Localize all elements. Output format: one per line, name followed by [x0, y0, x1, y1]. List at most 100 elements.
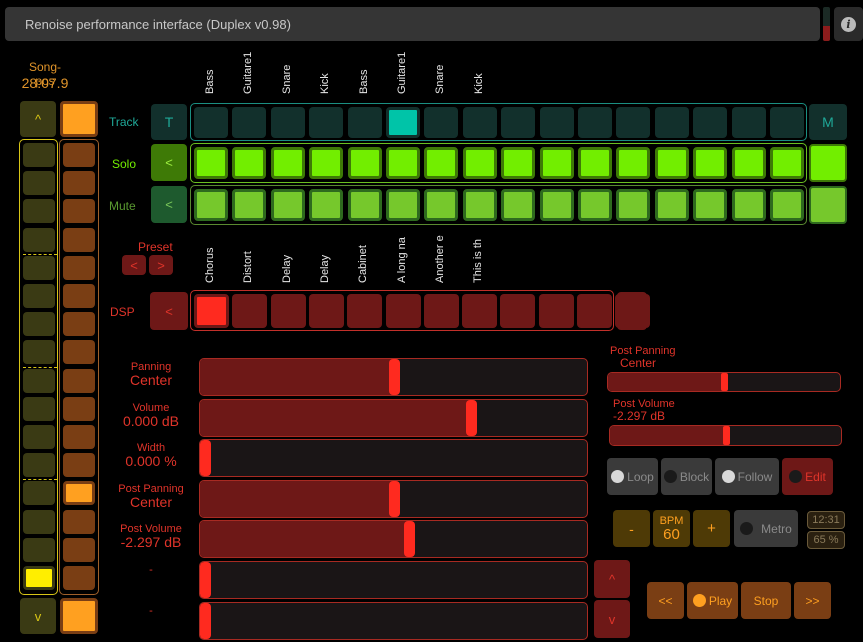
mute-cell[interactable] — [693, 189, 728, 221]
solo-cell[interactable] — [194, 147, 228, 179]
mute-cell[interactable] — [501, 189, 536, 221]
track-cell[interactable] — [731, 107, 766, 138]
solo-cell[interactable] — [424, 147, 459, 179]
scroll-up-button[interactable]: ^ — [20, 101, 56, 137]
orange-column-cell[interactable] — [63, 199, 95, 224]
slider-handle[interactable] — [403, 521, 415, 558]
solo-cell[interactable] — [462, 147, 497, 179]
dsp-device-cell[interactable] — [423, 294, 459, 328]
track-cell[interactable] — [693, 107, 728, 138]
orange-bottom-button[interactable] — [60, 598, 98, 634]
dsp-device-cell[interactable] — [308, 294, 344, 328]
solo-cell[interactable] — [501, 147, 536, 179]
dsp-device-cell[interactable] — [462, 294, 498, 328]
orange-column-cell[interactable] — [63, 481, 95, 506]
dsp-prev-button[interactable]: < — [150, 292, 188, 330]
loop-toggle[interactable]: Loop — [607, 458, 658, 495]
mute-cell[interactable] — [578, 189, 612, 221]
block-toggle[interactable]: Block — [661, 458, 712, 495]
slider-handle[interactable] — [722, 426, 730, 445]
param-page-up-button[interactable]: ^ — [594, 560, 630, 598]
yellow-column-cell[interactable] — [23, 566, 55, 590]
orange-top-button[interactable] — [60, 101, 98, 137]
orange-column-cell[interactable] — [63, 227, 95, 252]
play-button[interactable]: Play — [687, 582, 738, 619]
yellow-column-cell[interactable] — [23, 425, 55, 449]
follow-toggle[interactable]: Follow — [715, 458, 779, 495]
orange-column-cell[interactable] — [63, 537, 95, 562]
orange-column-cell[interactable] — [63, 340, 95, 365]
mute-left-button[interactable]: < — [151, 186, 187, 223]
orange-column-cell[interactable] — [63, 396, 95, 421]
track-cell[interactable] — [578, 107, 612, 138]
parameter-slider[interactable] — [199, 520, 588, 559]
bpm-decrease-button[interactable]: - — [613, 510, 650, 547]
yellow-column-cell[interactable] — [23, 396, 55, 421]
track-cell[interactable] — [501, 107, 536, 138]
mute-cell[interactable] — [770, 189, 804, 221]
track-cell[interactable] — [194, 107, 228, 138]
slider-handle[interactable] — [200, 440, 211, 477]
track-cell[interactable] — [232, 107, 267, 138]
solo-cell[interactable] — [386, 147, 420, 179]
slider-handle[interactable] — [465, 399, 477, 436]
slider-handle[interactable] — [200, 602, 211, 639]
track-cell[interactable] — [270, 107, 305, 138]
track-cell[interactable] — [424, 107, 459, 138]
solo-left-button[interactable]: < — [151, 144, 187, 181]
solo-cell[interactable] — [232, 147, 267, 179]
dsp-device-cell[interactable] — [577, 294, 612, 328]
track-right-button[interactable]: M — [809, 104, 847, 140]
solo-cell[interactable] — [270, 147, 305, 179]
parameter-slider[interactable] — [199, 479, 588, 518]
mute-cell[interactable] — [424, 189, 459, 221]
yellow-column-cell[interactable] — [23, 255, 55, 280]
track-cell[interactable] — [309, 107, 344, 138]
mute-cell[interactable] — [654, 189, 689, 221]
mute-master-button[interactable] — [809, 186, 847, 224]
mute-cell[interactable] — [309, 189, 344, 221]
preset-prev-button[interactable]: < — [122, 255, 146, 275]
yellow-column-cell[interactable] — [23, 453, 55, 478]
yellow-column-cell[interactable] — [23, 340, 55, 365]
metronome-toggle[interactable]: Metro — [734, 510, 798, 547]
solo-cell[interactable] — [309, 147, 344, 179]
orange-column-cell[interactable] — [63, 312, 95, 337]
yellow-column-cell[interactable] — [23, 368, 55, 393]
orange-column-cell[interactable] — [63, 143, 95, 167]
dsp-device-cell[interactable] — [385, 294, 421, 328]
slider-handle[interactable] — [200, 562, 211, 598]
mute-cell[interactable] — [731, 189, 766, 221]
solo-cell[interactable] — [770, 147, 804, 179]
track-cell[interactable] — [386, 107, 420, 138]
orange-column-cell[interactable] — [63, 453, 95, 478]
yellow-column-cell[interactable] — [23, 199, 55, 224]
orange-column-cell[interactable] — [63, 425, 95, 449]
mute-cell[interactable] — [616, 189, 651, 221]
solo-cell[interactable] — [731, 147, 766, 179]
yellow-column-cell[interactable] — [23, 312, 55, 337]
slider-handle[interactable] — [388, 480, 400, 517]
solo-master-button[interactable] — [809, 144, 847, 182]
solo-cell[interactable] — [616, 147, 651, 179]
scroll-down-button[interactable]: v — [20, 598, 56, 634]
orange-column-cell[interactable] — [63, 284, 95, 308]
solo-cell[interactable] — [693, 147, 728, 179]
mute-cell[interactable] — [462, 189, 497, 221]
yellow-column-cell[interactable] — [23, 537, 55, 562]
orange-column-cell[interactable] — [63, 368, 95, 393]
dsp-device-cell[interactable] — [615, 294, 651, 328]
dsp-device-cell[interactable] — [347, 294, 383, 328]
dsp-device-cell[interactable] — [194, 294, 229, 328]
orange-column-cell[interactable] — [63, 171, 95, 196]
parameter-slider[interactable] — [199, 398, 588, 437]
track-cell[interactable] — [462, 107, 497, 138]
solo-cell[interactable] — [578, 147, 612, 179]
solo-cell[interactable] — [539, 147, 574, 179]
info-button[interactable]: i — [834, 7, 863, 41]
dsp-device-cell[interactable] — [232, 294, 268, 328]
parameter-slider[interactable] — [199, 601, 588, 640]
mute-cell[interactable] — [194, 189, 228, 221]
solo-cell[interactable] — [654, 147, 689, 179]
mute-cell[interactable] — [386, 189, 420, 221]
